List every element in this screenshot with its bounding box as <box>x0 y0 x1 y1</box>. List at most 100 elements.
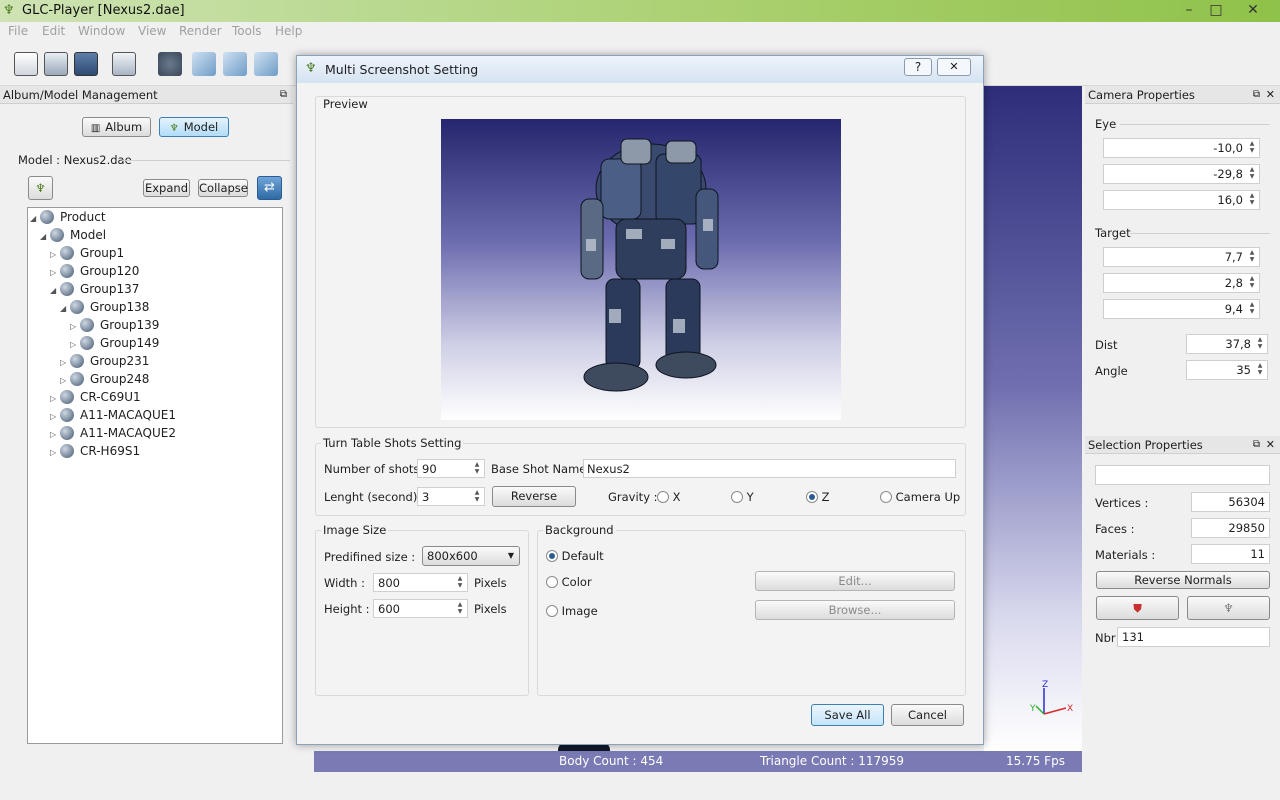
nbr-label: Nbr <box>1095 631 1116 645</box>
new-file-icon[interactable] <box>14 52 38 76</box>
eye-y-field[interactable]: -29,8 ▲ ▼ <box>1103 164 1260 184</box>
up-view-icon[interactable] <box>158 52 182 76</box>
gravity-label: Gravity : <box>608 490 658 504</box>
expand-arrow-icon[interactable]: ◢ <box>60 300 70 318</box>
angle-label: Angle <box>1095 364 1128 378</box>
expand-arrow-icon[interactable]: ◢ <box>30 210 40 228</box>
width-spinbox[interactable]: 800 ▲ ▼ <box>373 573 468 592</box>
bg-image-radio[interactable]: Image <box>546 604 598 618</box>
tree-item[interactable]: ◢ Product <box>30 208 106 226</box>
selection-name-field[interactable] <box>1095 465 1270 485</box>
material-color-button[interactable]: ⛊ <box>1096 596 1179 620</box>
bg-default-radio[interactable]: Default <box>546 549 604 563</box>
gravity-z-radio[interactable]: Z <box>806 490 830 504</box>
target-x-field[interactable]: 7,7 ▲ ▼ <box>1103 247 1260 267</box>
target-z-field[interactable]: 9,4 ▲ ▼ <box>1103 299 1260 319</box>
maximize-button[interactable]: □ <box>1203 1 1229 19</box>
menu-tools[interactable]: Tools <box>232 24 262 38</box>
base-name-input[interactable]: Nexus2 <box>583 459 956 478</box>
shots-spinbox[interactable]: 90 ▲ ▼ <box>417 459 485 478</box>
tree-item-label: Group1 <box>80 246 125 260</box>
texture-button[interactable]: ♆ <box>1187 596 1270 620</box>
save-icon[interactable] <box>74 52 98 76</box>
multi-screenshot-dialog: ♆ Multi Screenshot Setting ? ✕ Preview T… <box>296 55 984 745</box>
node-gear-icon <box>80 336 94 350</box>
float-panel-icon[interactable]: ⧉ <box>1253 436 1260 454</box>
expand-arrow-icon[interactable]: ▷ <box>50 444 60 462</box>
menu-file[interactable]: File <box>8 24 28 38</box>
bg-color-radio[interactable]: Color <box>546 575 592 589</box>
gravity-x-radio[interactable]: X <box>657 490 681 504</box>
node-gear-icon <box>40 210 54 224</box>
float-panel-icon[interactable]: ⧉ <box>280 86 287 104</box>
3d-viewport[interactable] <box>984 86 1082 751</box>
length-label: Lenght (second) : <box>324 490 425 504</box>
cancel-button[interactable]: Cancel <box>891 704 964 726</box>
menu-help[interactable]: Help <box>275 24 302 38</box>
cube-front-icon[interactable] <box>192 52 216 76</box>
cube-right-icon[interactable] <box>223 52 247 76</box>
selection-panel-title: Selection Properties <box>1088 438 1203 452</box>
tree-item[interactable]: ▷ Group248 <box>60 370 149 388</box>
height-spinbox[interactable]: 600 ▲ ▼ <box>373 599 468 618</box>
collapse-button[interactable]: Collapse <box>198 179 248 197</box>
tree-item[interactable]: ◢ Group138 <box>60 298 149 316</box>
tree-item-label: CR-H69S1 <box>80 444 141 458</box>
length-spinbox[interactable]: 3 ▲ ▼ <box>417 487 485 506</box>
browse-image-button[interactable]: Browse... <box>755 600 955 620</box>
album-button[interactable]: ▥ Album <box>82 117 151 137</box>
svg-text:Z: Z <box>1042 680 1048 690</box>
sync-button[interactable]: ⇄ <box>257 176 282 200</box>
menu-bar: File Edit Window View Render Tools Help <box>0 22 1280 42</box>
dialog-close-button[interactable]: ✕ <box>937 58 971 76</box>
body-count: Body Count : 454 <box>559 754 664 768</box>
tree-item[interactable]: ◢ Model <box>40 226 106 244</box>
cube-top-icon[interactable] <box>254 52 278 76</box>
gravity-camera-up-radio[interactable]: Camera Up <box>880 490 960 504</box>
window-title: GLC-Player [Nexus2.dae] <box>22 3 185 18</box>
reverse-button[interactable]: Reverse <box>492 486 576 507</box>
tree-item[interactable]: ◢ Group137 <box>50 280 139 298</box>
help-button[interactable]: ? <box>904 58 932 76</box>
tree-item-label: A11-MACAQUE2 <box>80 426 176 440</box>
edit-color-button[interactable]: Edit... <box>755 571 955 591</box>
expand-arrow-icon[interactable]: ◢ <box>40 228 50 246</box>
open-file-icon[interactable] <box>44 52 68 76</box>
app-logo-icon: ♆ <box>3 3 15 18</box>
tree-item[interactable]: ▷ A11-MACAQUE1 <box>50 406 176 424</box>
menu-view[interactable]: View <box>138 24 166 38</box>
tree-item[interactable]: ▷ Group1 <box>50 244 124 262</box>
tree-item[interactable]: ▷ CR-H69S1 <box>50 442 140 460</box>
node-gear-icon <box>80 318 94 332</box>
close-window-button[interactable]: ✕ <box>1240 1 1266 19</box>
tree-item[interactable]: ▷ CR-C69U1 <box>50 388 141 406</box>
tree-item[interactable]: ▷ Group149 <box>70 334 159 352</box>
menu-edit[interactable]: Edit <box>42 24 65 38</box>
model-properties-button[interactable]: ♆ <box>28 176 53 200</box>
minimize-button[interactable]: – <box>1176 1 1202 19</box>
preview-label: Preview <box>321 97 370 111</box>
tree-item[interactable]: ▷ A11-MACAQUE2 <box>50 424 176 442</box>
angle-field[interactable]: 35 ▲ ▼ <box>1186 360 1268 380</box>
dist-field[interactable]: 37,8 ▲ ▼ <box>1186 334 1268 354</box>
sync-icon: ⇄ <box>264 180 275 195</box>
tree-item[interactable]: ▷ Group139 <box>70 316 159 334</box>
expand-button[interactable]: Expand <box>143 179 190 197</box>
album-icon[interactable] <box>112 52 136 76</box>
close-panel-icon[interactable]: ✕ <box>1266 436 1275 454</box>
expand-arrow-icon[interactable]: ◢ <box>50 282 60 300</box>
target-y-field[interactable]: 2,8 ▲ ▼ <box>1103 273 1260 293</box>
reverse-normals-button[interactable]: Reverse Normals <box>1096 571 1270 589</box>
menu-window[interactable]: Window <box>78 24 125 38</box>
tree-item[interactable]: ▷ Group231 <box>60 352 149 370</box>
tree-item[interactable]: ▷ Group120 <box>50 262 139 280</box>
close-panel-icon[interactable]: ✕ <box>1266 86 1275 104</box>
menu-render[interactable]: Render <box>179 24 222 38</box>
predefined-size-select[interactable]: 800x600 ▼ <box>422 546 520 566</box>
float-panel-icon[interactable]: ⧉ <box>1253 86 1260 104</box>
eye-z-field[interactable]: 16,0 ▲ ▼ <box>1103 190 1260 210</box>
model-button[interactable]: ♆ Model <box>159 117 229 137</box>
save-all-button[interactable]: Save All <box>811 704 884 726</box>
gravity-y-radio[interactable]: Y <box>731 490 754 504</box>
eye-x-field[interactable]: -10,0 ▲ ▼ <box>1103 138 1260 158</box>
